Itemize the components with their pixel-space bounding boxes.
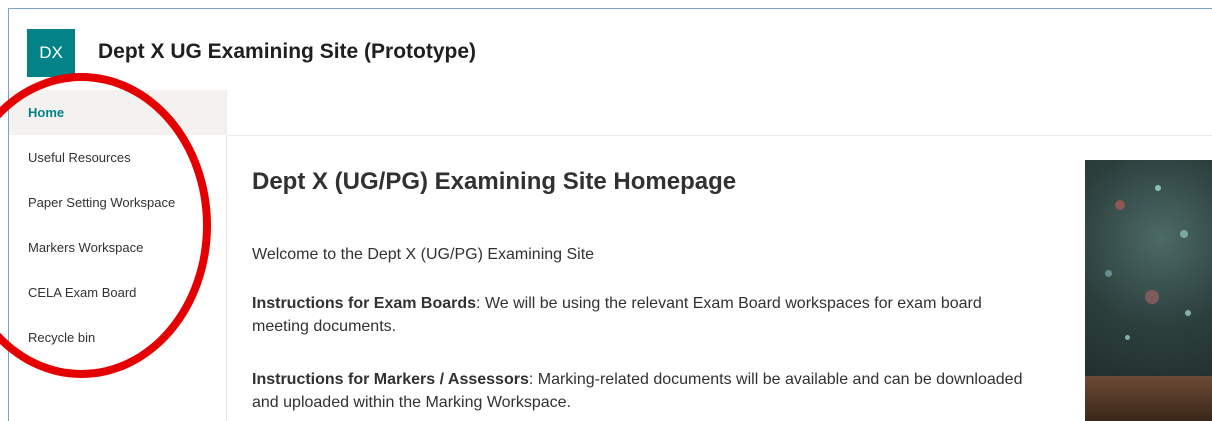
markers-label: Instructions for Markers / Assessors [252,371,529,388]
exam-boards-label: Instructions for Exam Boards [252,295,477,312]
page-heading: Dept X (UG/PG) Examining Site Homepage [252,168,737,195]
left-navigation: Home Useful Resources Paper Setting Work… [9,90,227,421]
site-header: DX Dept X UG Examining Site (Prototype) [9,9,1212,91]
sharepoint-window: DX Dept X UG Examining Site (Prototype) … [8,8,1212,421]
exam-boards-instructions: Instructions for Exam Boards: We will be… [252,292,1042,338]
nav-item-useful-resources[interactable]: Useful Resources [9,135,226,180]
nav-item-cela-exam-board[interactable]: CELA Exam Board [9,270,226,315]
site-title[interactable]: Dept X UG Examining Site (Prototype) [98,40,476,64]
site-logo[interactable]: DX [27,29,75,77]
nav-item-recycle-bin[interactable]: Recycle bin [9,315,226,360]
site-logo-initials: DX [39,43,63,62]
command-bar [227,90,1212,136]
nav-item-paper-setting-workspace[interactable]: Paper Setting Workspace [9,180,226,225]
markers-instructions: Instructions for Markers / Assessors: Ma… [252,368,1042,414]
nav-item-markers-workspace[interactable]: Markers Workspace [9,225,226,270]
hero-image [1085,160,1212,421]
nav-item-home[interactable]: Home [9,90,226,135]
page-content: Dept X (UG/PG) Examining Site Homepage W… [252,166,1052,411]
welcome-text: Welcome to the Dept X (UG/PG) Examining … [252,246,595,263]
